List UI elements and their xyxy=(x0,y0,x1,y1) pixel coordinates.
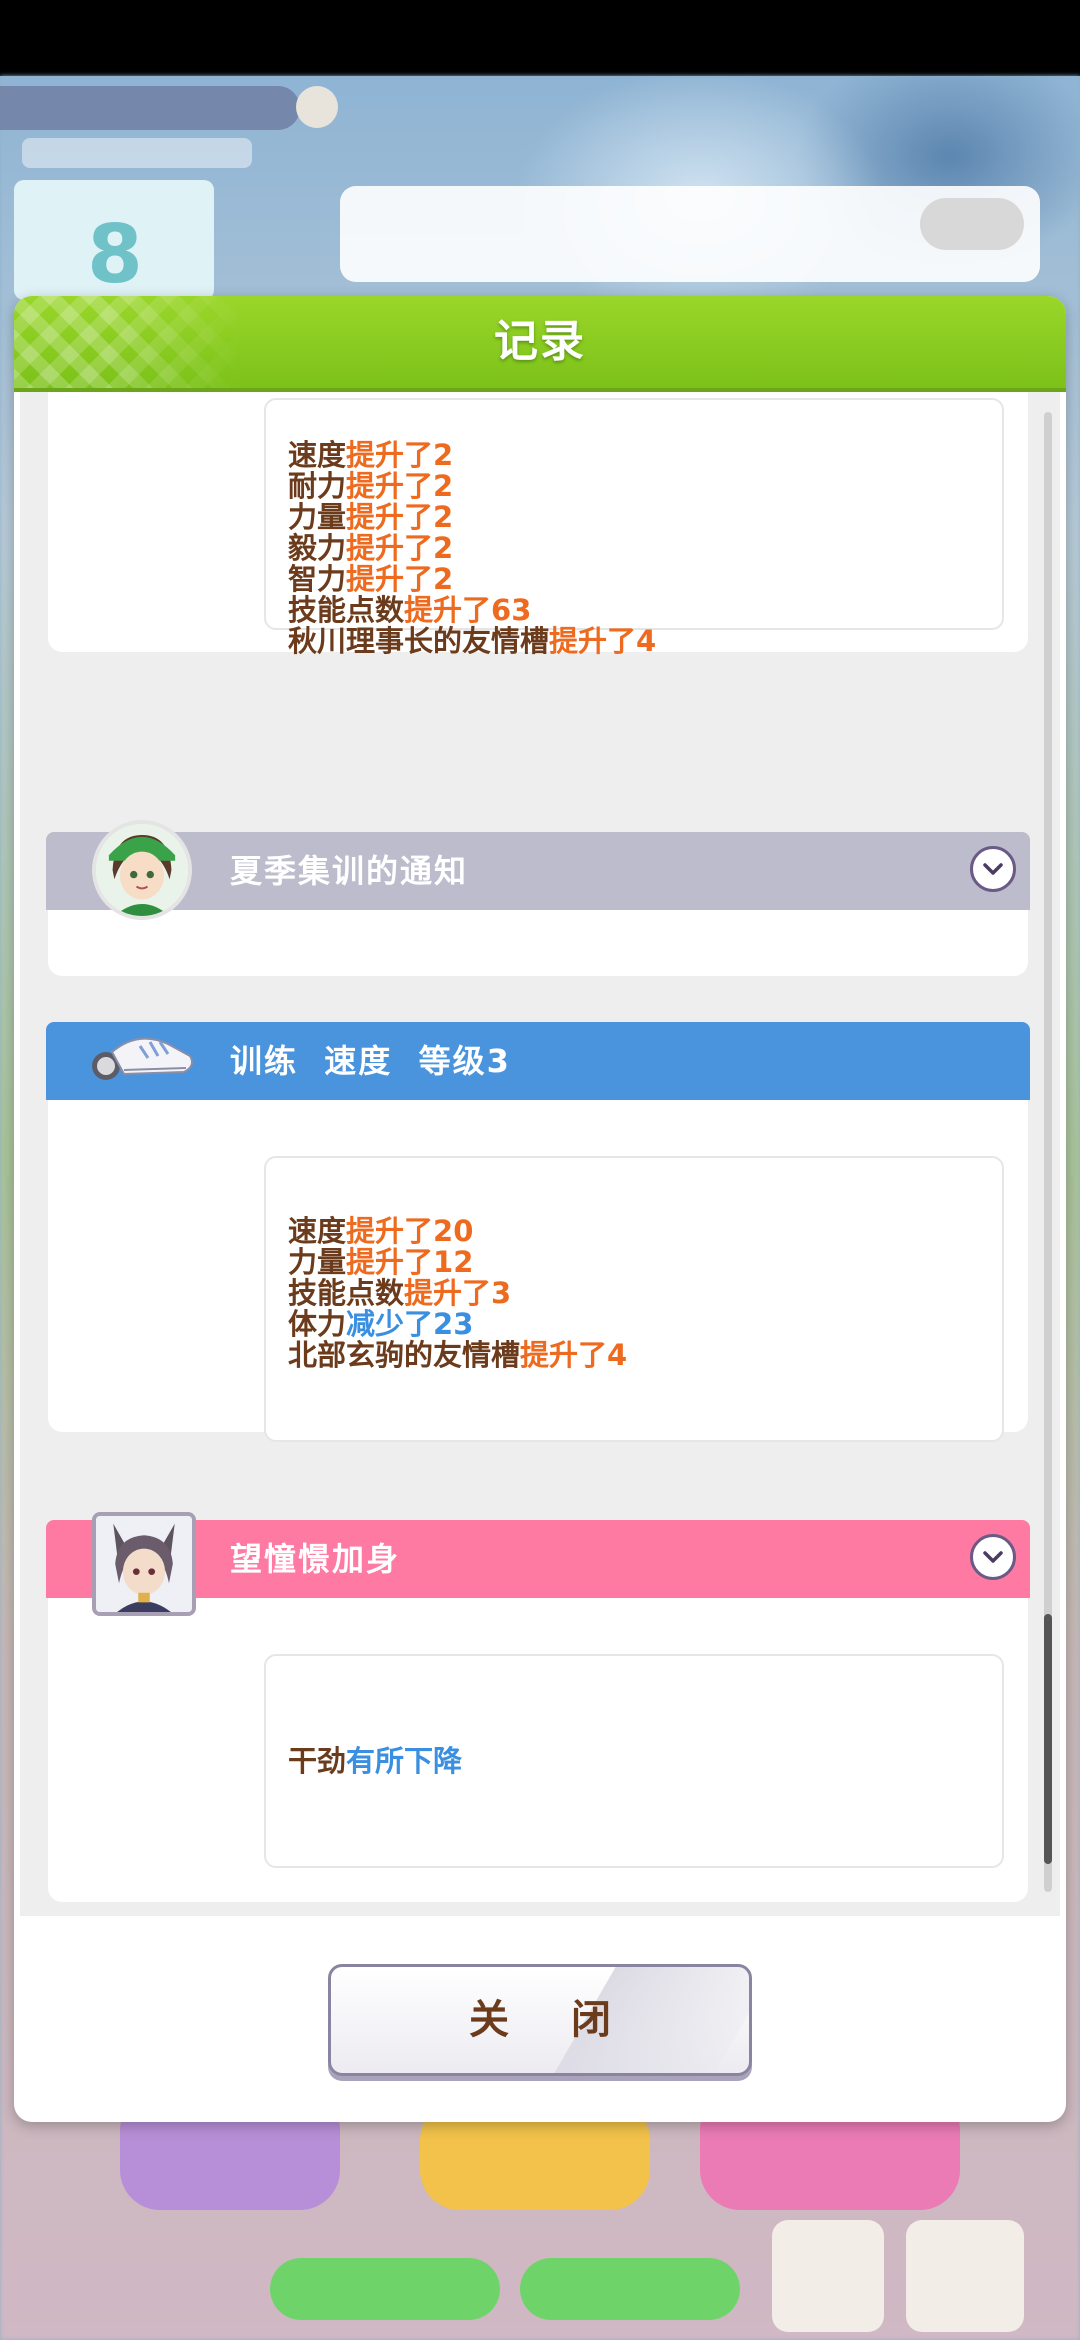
log-line: 速度提升了20 xyxy=(288,1214,474,1248)
background-green-pill-2 xyxy=(520,2258,740,2320)
status-bar xyxy=(0,0,1080,76)
log-card-stats: 速度提升了2 耐力提升了2 力量提升了2 毅力提升了2 智力提升了2 技能点数提… xyxy=(48,392,1028,657)
log-line: 毅力提升了2 xyxy=(288,531,454,565)
background-top-bar xyxy=(0,86,300,130)
close-button-label: 关 闭 xyxy=(469,1997,635,2043)
detail-lines: 速度提升了2 耐力提升了2 力量提升了2 毅力提升了2 智力提升了2 技能点数提… xyxy=(288,440,656,657)
background-turn-number: 8 xyxy=(87,208,143,301)
detail-lines: 速度提升了20 力量提升了12 技能点数提升了3 体力减少了23 北部玄驹的友情… xyxy=(288,1216,627,1371)
detail-box: 速度提升了2 耐力提升了2 力量提升了2 毅力提升了2 智力提升了2 技能点数提… xyxy=(264,398,1004,657)
background-green-pill-1 xyxy=(270,2258,500,2320)
detail-box: 干劲有所下降 xyxy=(264,1654,1004,1868)
detail-lines: 干劲有所下降 xyxy=(288,1746,462,1777)
card-title: 望憧憬加身 xyxy=(230,1540,401,1578)
card-title: 训练 速度 等级3 xyxy=(230,1042,511,1080)
character-avatar xyxy=(92,1512,196,1616)
dialog-header: 记录 xyxy=(14,296,1066,392)
log-line: 技能点数提升了63 xyxy=(288,593,532,627)
log-card-summer-camp: 夏季集训的通知 xyxy=(46,832,1030,976)
character-avatar xyxy=(92,820,192,920)
card-header[interactable]: 夏季集训的通知 xyxy=(46,832,1030,910)
close-button[interactable]: 关 闭 xyxy=(328,1964,752,2076)
background-menu-button xyxy=(906,2220,1024,2332)
scrollbar-thumb[interactable] xyxy=(1044,1614,1052,1864)
record-dialog: 记录 速度提升了2 耐力提升了2 力量提升了2 毅力提升了2 智力提升了2 技能… xyxy=(14,296,1066,2122)
log-line: 力量提升了12 xyxy=(288,1245,474,1279)
chevron-down-icon[interactable] xyxy=(970,1534,1016,1580)
log-line: 耐力提升了2 xyxy=(288,469,454,503)
log-line: 技能点数提升了3 xyxy=(288,1276,512,1310)
dialog-title: 记录 xyxy=(494,316,586,367)
log-line: 智力提升了2 xyxy=(288,562,454,596)
log-line: 干劲有所下降 xyxy=(288,1744,463,1778)
log-line: 秋川理事长的友情槽提升了4 xyxy=(288,624,657,658)
log-line: 力量提升了2 xyxy=(288,500,454,534)
log-line: 体力减少了23 xyxy=(288,1307,474,1341)
chevron-down-icon[interactable] xyxy=(970,846,1016,892)
background-subtitle xyxy=(22,138,252,168)
log-line: 速度提升了2 xyxy=(288,438,454,472)
record-log-list[interactable]: 速度提升了2 耐力提升了2 力量提升了2 毅力提升了2 智力提升了2 技能点数提… xyxy=(20,392,1060,1916)
detail-box: 速度提升了20 力量提升了12 技能点数提升了3 体力减少了23 北部玄驹的友情… xyxy=(264,1156,1004,1442)
card-title: 夏季集训的通知 xyxy=(230,852,469,890)
background-help-icon xyxy=(296,86,338,128)
background-goal-button xyxy=(920,198,1024,250)
background-character-button xyxy=(772,2220,884,2332)
log-line: 北部玄驹的友情槽提升了4 xyxy=(288,1338,628,1372)
training-shoes-icon xyxy=(78,1022,198,1092)
